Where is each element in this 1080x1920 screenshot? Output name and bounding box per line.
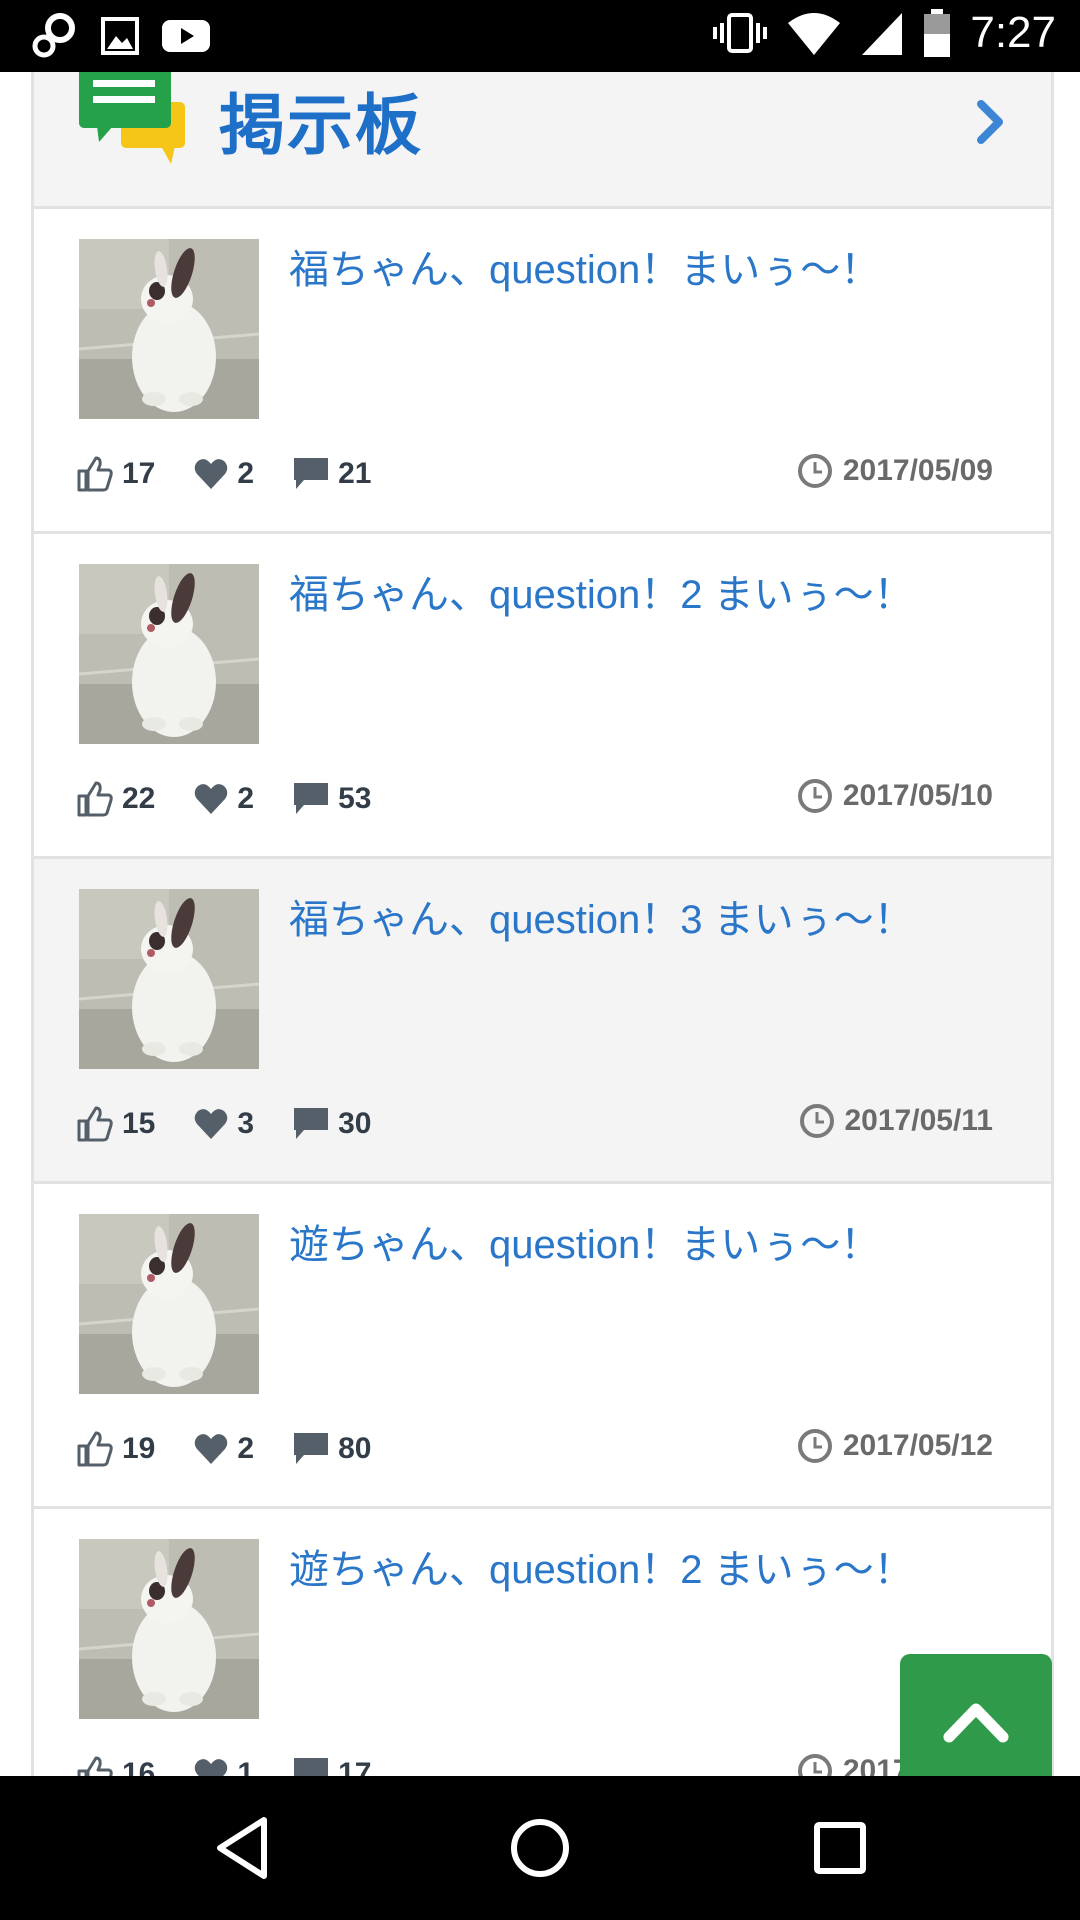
rabbit-photo bbox=[79, 889, 259, 1069]
list-item[interactable]: 遊ちゃん、question！まいぅ〜！ 19 2 80 2017/05/12 bbox=[34, 1184, 1051, 1509]
like-count[interactable]: 22 bbox=[76, 780, 155, 818]
post-stats: 16 1 17 bbox=[76, 1749, 409, 1776]
post-stats: 17 2 21 bbox=[76, 449, 409, 499]
like-count[interactable]: 16 bbox=[76, 1755, 155, 1776]
rabbit-photo bbox=[79, 1539, 259, 1719]
post-stats: 15 3 30 bbox=[76, 1099, 409, 1149]
youtube-icon bbox=[162, 20, 210, 52]
clock-icon bbox=[797, 454, 832, 488]
comment-icon bbox=[294, 458, 329, 489]
post-thumbnail bbox=[79, 564, 259, 744]
comment-count[interactable]: 80 bbox=[292, 1431, 371, 1467]
heart-count[interactable]: 2 bbox=[193, 782, 254, 816]
heart-count[interactable]: 3 bbox=[193, 1107, 254, 1141]
post-title[interactable]: 福ちゃん、question！まいぅ〜！ bbox=[289, 237, 880, 295]
post-title[interactable]: 遊ちゃん、question！まいぅ〜！ bbox=[289, 1212, 880, 1270]
home-icon[interactable] bbox=[508, 1808, 572, 1888]
scroll-to-top-button[interactable] bbox=[900, 1654, 1052, 1776]
thumbs-up-icon bbox=[77, 1431, 113, 1467]
heart-count[interactable]: 2 bbox=[193, 457, 254, 491]
heart-count[interactable]: 1 bbox=[193, 1757, 254, 1776]
chevron-right-icon[interactable] bbox=[969, 94, 1009, 150]
heart-icon bbox=[195, 1759, 228, 1776]
wifi-icon bbox=[788, 13, 841, 55]
thumbs-up-icon bbox=[77, 781, 113, 817]
clock-icon bbox=[797, 779, 832, 813]
comment-icon bbox=[294, 1108, 329, 1139]
comment-icon bbox=[294, 1433, 329, 1464]
post-date: 2017/05/10 bbox=[797, 778, 993, 814]
list-item[interactable]: 福ちゃん、question！3 まいぅ〜！ 15 3 30 2017/05/11 bbox=[34, 859, 1051, 1184]
thumbs-up-icon bbox=[77, 456, 113, 492]
back-icon[interactable] bbox=[212, 1808, 272, 1888]
comment-icon bbox=[294, 1758, 329, 1776]
comment-icon bbox=[294, 783, 329, 814]
page-title: 掲示板 bbox=[219, 88, 423, 162]
recents-icon[interactable] bbox=[812, 1808, 868, 1888]
chat-bubbles-icon bbox=[79, 72, 185, 164]
chevron-up-icon bbox=[943, 1703, 1009, 1743]
comment-count[interactable]: 21 bbox=[292, 456, 371, 492]
list-item[interactable]: 遊ちゃん、question！2 まいぅ〜！ 16 1 17 bbox=[34, 1509, 1051, 1776]
post-thumbnail bbox=[79, 889, 259, 1069]
vibrate-icon bbox=[713, 13, 768, 53]
heart-icon bbox=[195, 784, 228, 814]
thumbs-up-icon bbox=[77, 1756, 113, 1776]
clock-icon bbox=[799, 1104, 834, 1138]
post-thumbnail bbox=[79, 1214, 259, 1394]
like-count[interactable]: 19 bbox=[76, 1430, 155, 1468]
image-icon bbox=[101, 17, 139, 55]
bulletin-board: 掲示板 福ちゃん、question！まいぅ〜！ 17 2 21 2017/05/… bbox=[31, 72, 1054, 1776]
list-item[interactable]: 福ちゃん、question！2 まいぅ〜！ 22 2 53 2017/05/10 bbox=[34, 534, 1051, 859]
comment-count[interactable]: 30 bbox=[292, 1106, 371, 1142]
heart-count[interactable]: 2 bbox=[193, 1432, 254, 1466]
rabbit-photo bbox=[79, 1214, 259, 1394]
clock-icon bbox=[797, 1429, 832, 1463]
clock-icon bbox=[797, 1754, 832, 1776]
list-item[interactable]: 福ちゃん、question！まいぅ〜！ 17 2 21 2017/05/09 bbox=[34, 209, 1051, 534]
post-stats: 22 2 53 bbox=[76, 774, 409, 824]
page-content: 掲示板 福ちゃん、question！まいぅ〜！ 17 2 21 2017/05/… bbox=[0, 72, 1080, 1776]
status-time: 7:27 bbox=[970, 8, 1056, 57]
signal-icon bbox=[862, 13, 903, 55]
post-date: 2017/05/09 bbox=[797, 453, 993, 489]
post-title[interactable]: 福ちゃん、question！3 まいぅ〜！ bbox=[289, 887, 914, 945]
like-count[interactable]: 17 bbox=[76, 455, 155, 493]
comment-count[interactable]: 17 bbox=[292, 1756, 371, 1776]
heart-icon bbox=[195, 1109, 228, 1139]
battery-icon bbox=[924, 9, 951, 57]
navigation-bar bbox=[0, 1776, 1080, 1920]
post-date: 2017/05/12 bbox=[797, 1428, 993, 1464]
rabbit-photo bbox=[79, 239, 259, 419]
post-thumbnail bbox=[79, 1539, 259, 1719]
thumbs-up-icon bbox=[77, 1106, 113, 1142]
post-stats: 19 2 80 bbox=[76, 1424, 409, 1474]
like-count[interactable]: 15 bbox=[76, 1105, 155, 1143]
post-date: 2017/05/11 bbox=[799, 1103, 993, 1139]
board-header[interactable]: 掲示板 bbox=[34, 72, 1051, 209]
post-thumbnail bbox=[79, 239, 259, 419]
heart-icon bbox=[195, 459, 228, 489]
post-title[interactable]: 福ちゃん、question！2 まいぅ〜！ bbox=[289, 562, 914, 620]
heart-icon bbox=[195, 1434, 228, 1464]
rabbit-photo bbox=[79, 564, 259, 744]
post-title[interactable]: 遊ちゃん、question！2 まいぅ〜！ bbox=[289, 1537, 914, 1595]
comment-count[interactable]: 53 bbox=[292, 781, 371, 817]
status-bar: 7:27 bbox=[0, 0, 1080, 72]
sync-icon bbox=[32, 13, 75, 58]
